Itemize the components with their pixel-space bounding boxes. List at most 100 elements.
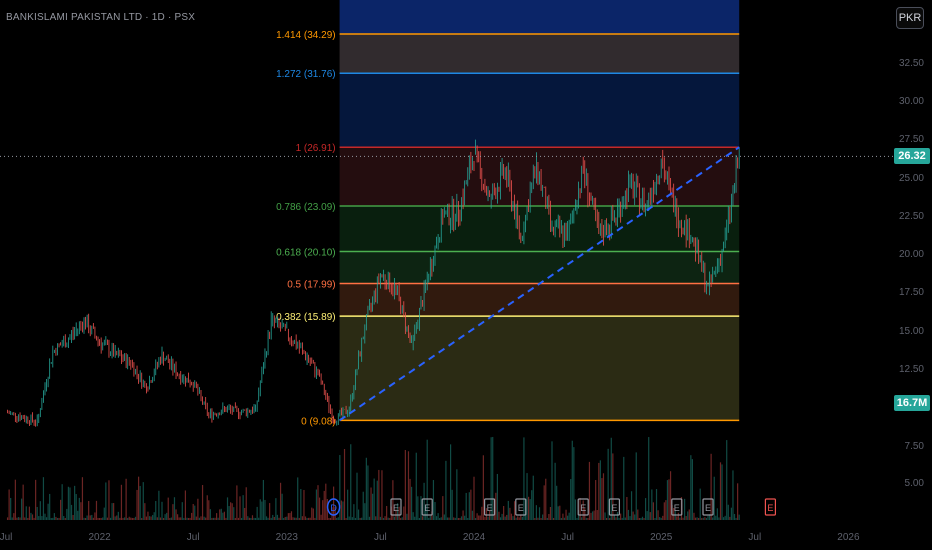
volume-bar (86, 515, 88, 520)
volume-bar (591, 511, 594, 520)
volume-bar (532, 475, 534, 520)
event-marker-label: E (424, 503, 430, 513)
volume-bar (715, 515, 717, 520)
volume-bar (329, 517, 332, 520)
last-price-badge: 26.32 (894, 148, 930, 165)
volume-bar (38, 516, 40, 520)
volume-bar (381, 470, 383, 520)
x-tick-label: Jul (561, 532, 574, 543)
volume-bar (301, 516, 303, 520)
volume-bar (17, 517, 20, 520)
volume-bar (131, 517, 133, 520)
volume-bar (495, 492, 497, 520)
volume-bar (222, 512, 224, 520)
volume-bar (242, 495, 244, 520)
fib-zone (339, 283, 740, 317)
volume-bar (512, 516, 514, 520)
volume-bar (682, 517, 684, 520)
event-marker-label: E (580, 503, 586, 513)
volume-bar (652, 502, 654, 520)
volume-bar (47, 503, 49, 520)
volume-bar (384, 516, 386, 520)
volume-bar (638, 517, 640, 520)
volume-bar (226, 497, 229, 520)
volume-bar (414, 516, 416, 520)
volume-bar (609, 518, 611, 520)
volume-bar (113, 503, 115, 520)
volume-bar (439, 517, 441, 520)
volume-bar (635, 452, 637, 520)
volume-bar (74, 485, 76, 520)
volume-bar (58, 517, 60, 520)
volume-bar (548, 513, 550, 520)
volume-bar (162, 517, 165, 520)
currency-button[interactable]: PKR (896, 7, 924, 29)
volume-bar (209, 509, 211, 520)
volume-bar (239, 496, 241, 520)
volume-bar (312, 508, 314, 520)
volume-bar (191, 512, 193, 520)
volume-bar (420, 496, 422, 520)
volume-bar (247, 516, 249, 520)
volume-bar (669, 471, 672, 520)
fib-zone (339, 34, 740, 74)
volume-bar (89, 515, 91, 520)
volume-bar (535, 505, 537, 520)
volume-bar (211, 517, 213, 520)
volume-bar (348, 516, 350, 520)
volume-bar (629, 516, 631, 520)
volume-bar (375, 516, 377, 520)
volume-bar (479, 515, 481, 520)
volume-bar (574, 499, 576, 520)
volume-bar (308, 517, 310, 520)
volume-bar (186, 517, 188, 520)
x-tick-label: 2026 (837, 532, 860, 543)
volume-bar (478, 515, 480, 520)
y-tick-label: 17.50 (899, 287, 924, 298)
volume-bar (624, 517, 626, 520)
volume-bar (370, 487, 372, 520)
x-tick-label: Jul (187, 532, 200, 543)
volume-bar (127, 517, 129, 520)
volume-bar (694, 517, 697, 520)
volume-bar (342, 501, 344, 520)
volume-bar (117, 511, 119, 520)
volume-bar (350, 444, 352, 520)
volume-bar (323, 490, 325, 520)
volume-bar (515, 517, 517, 520)
volume-bar (418, 517, 420, 520)
volume-bar (287, 513, 289, 520)
volume-bar (195, 516, 197, 520)
volume-bar (245, 487, 247, 520)
volume-bar (359, 517, 361, 520)
volume-bar (393, 516, 396, 520)
x-tick-label: Jul (0, 532, 12, 543)
volume-bar (657, 510, 659, 520)
volume-bar (654, 517, 656, 520)
price-chart[interactable]: 0 (9.08) 0.382 (15.89) 0.5 (17.99) 0.618 (2… (0, 0, 932, 550)
volume-bar (145, 516, 147, 520)
volume-bar (507, 500, 509, 520)
y-tick-label: 30.00 (899, 96, 924, 107)
volume-bar (153, 512, 155, 520)
volume-bar (677, 512, 679, 520)
volume-bar (440, 517, 442, 520)
volume-bar (347, 489, 349, 520)
volume-bar (114, 516, 116, 520)
volume-bar (465, 492, 467, 520)
volume-bar (50, 517, 52, 520)
x-tick-label: 2025 (650, 532, 673, 543)
volume-bar (517, 516, 519, 520)
volume-bar (513, 501, 516, 520)
volume-bar (212, 517, 215, 520)
volume-bar (668, 479, 670, 520)
volume-bar (411, 486, 413, 520)
volume-bar (304, 516, 307, 520)
volume-bar (141, 517, 143, 520)
volume-bar (53, 513, 55, 520)
fib-zone (339, 251, 740, 284)
volume-bar (31, 514, 34, 520)
volume-bar (506, 514, 508, 520)
volume-bar (379, 516, 381, 520)
volume-bar (546, 517, 548, 520)
